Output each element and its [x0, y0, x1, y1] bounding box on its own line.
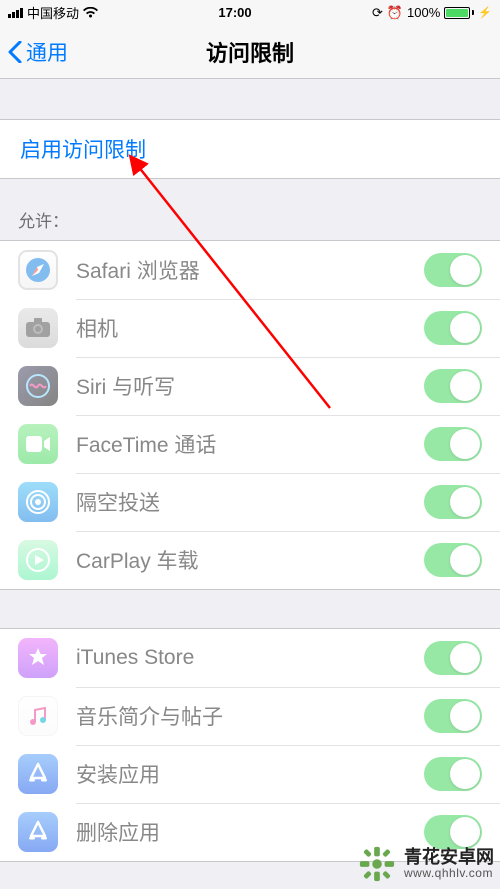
- chevron-left-icon: [8, 41, 22, 63]
- row-label: Siri 与听写: [76, 371, 424, 401]
- toggle-airdrop[interactable]: [424, 485, 482, 519]
- row-label: FaceTime 通话: [76, 429, 424, 459]
- watermark-logo-icon: [358, 845, 396, 883]
- toggle-facetime[interactable]: [424, 427, 482, 461]
- enable-restrictions-label: 启用访问限制: [20, 134, 146, 164]
- charging-icon: ⚡: [478, 6, 492, 19]
- row-siri: Siri 与听写: [0, 357, 500, 415]
- battery-icon: [444, 7, 474, 19]
- toggle-carplay[interactable]: [424, 543, 482, 577]
- toggle-music[interactable]: [424, 699, 482, 733]
- row-music: 音乐简介与帖子: [0, 687, 500, 745]
- row-airdrop: 隔空投送: [0, 473, 500, 531]
- signal-icon: [8, 8, 23, 18]
- page-title: 访问限制: [0, 36, 500, 68]
- row-label: 安装应用: [76, 759, 424, 789]
- watermark: 青花安卓网 www.qhhlv.com: [358, 845, 494, 883]
- enable-group: 启用访问限制: [0, 119, 500, 179]
- orientation-lock-icon: ⟳: [372, 5, 383, 21]
- carplay-icon: [18, 540, 58, 580]
- airdrop-icon: [18, 482, 58, 522]
- music-icon: [18, 696, 58, 736]
- row-safari: Safari 浏览器: [0, 241, 500, 299]
- status-bar: 中国移动 17:00 ⟳ ⏰ 100% ⚡: [0, 0, 500, 25]
- toggle-install[interactable]: [424, 757, 482, 791]
- toggle-itunes[interactable]: [424, 641, 482, 675]
- camera-icon: [18, 308, 58, 348]
- row-carplay: CarPlay 车载: [0, 531, 500, 589]
- carrier-label: 中国移动: [27, 3, 79, 22]
- row-install: 安装应用: [0, 745, 500, 803]
- toggle-safari[interactable]: [424, 253, 482, 287]
- enable-restrictions-button[interactable]: 启用访问限制: [0, 120, 500, 178]
- allow-group: Safari 浏览器 相机 Siri 与听写 FaceTime 通话 隔空投送: [0, 240, 500, 590]
- row-label: 相机: [76, 313, 424, 343]
- back-label: 通用: [26, 37, 68, 67]
- row-label: 隔空投送: [76, 487, 424, 517]
- row-label: 删除应用: [76, 817, 424, 847]
- battery-percent: 100%: [407, 5, 440, 20]
- toggle-siri[interactable]: [424, 369, 482, 403]
- toggle-camera[interactable]: [424, 311, 482, 345]
- row-label: 音乐简介与帖子: [76, 701, 424, 731]
- watermark-title: 青花安卓网: [404, 848, 494, 868]
- row-label: Safari 浏览器: [76, 255, 424, 285]
- row-label: iTunes Store: [76, 646, 424, 670]
- allow-header: 允许：: [0, 179, 500, 240]
- facetime-icon: [18, 424, 58, 464]
- siri-icon: [18, 366, 58, 406]
- toggle-delete[interactable]: [424, 815, 482, 849]
- row-label: CarPlay 车载: [76, 545, 424, 575]
- itunes-icon: [18, 638, 58, 678]
- safari-icon: [18, 250, 58, 290]
- clock: 17:00: [218, 5, 251, 20]
- alarm-icon: ⏰: [387, 5, 403, 21]
- back-button[interactable]: 通用: [8, 37, 68, 67]
- wifi-icon: [83, 7, 98, 19]
- row-camera: 相机: [0, 299, 500, 357]
- store-group: iTunes Store 音乐简介与帖子 安装应用 删除应用: [0, 628, 500, 862]
- row-facetime: FaceTime 通话: [0, 415, 500, 473]
- watermark-url: www.qhhlv.com: [404, 867, 494, 880]
- appstore-icon: [18, 812, 58, 852]
- appstore-icon: [18, 754, 58, 794]
- nav-bar: 通用 访问限制: [0, 25, 500, 79]
- row-itunes: iTunes Store: [0, 629, 500, 687]
